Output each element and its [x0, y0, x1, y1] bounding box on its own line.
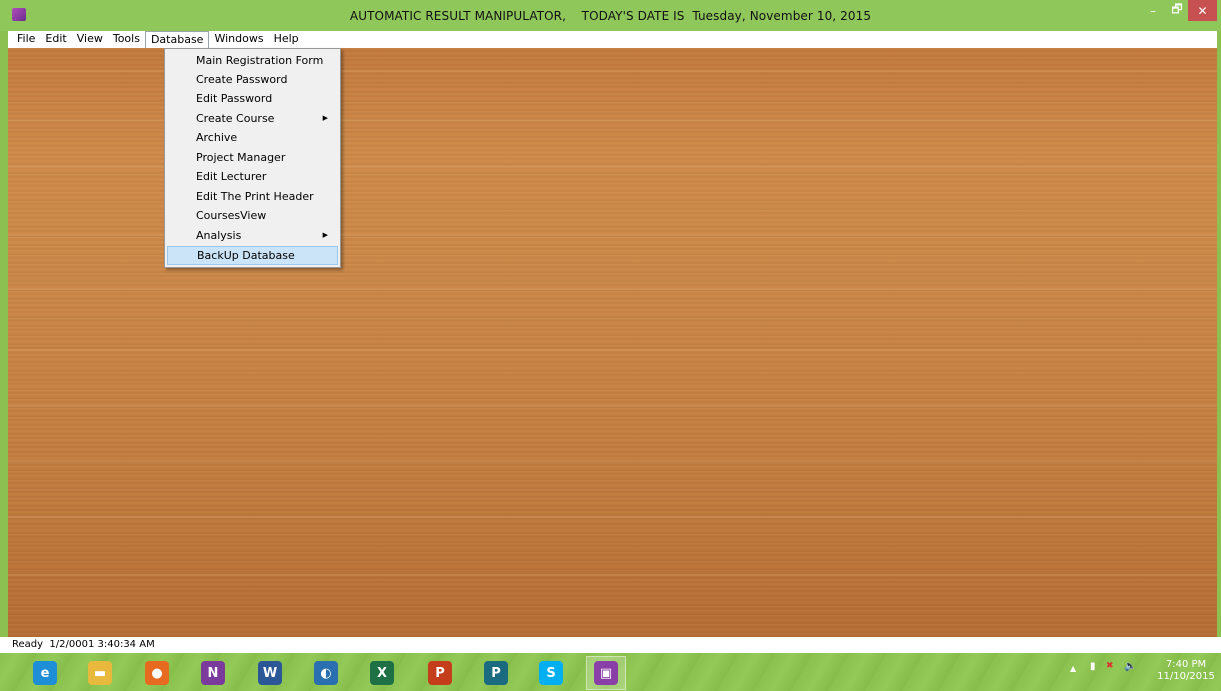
minimize-button[interactable]: – — [1141, 0, 1165, 21]
excel-icon: X — [370, 661, 394, 685]
taskbar-app-button[interactable]: X — [362, 656, 402, 690]
menu-item-analysis[interactable]: Analysis ▶ — [167, 226, 338, 245]
submenu-arrow-icon: ▶ — [322, 114, 328, 122]
menu-item-project-manager[interactable]: Project Manager — [167, 148, 338, 167]
menu-item-label: Analysis — [196, 229, 242, 242]
menu-item-edit-print-header[interactable]: Edit The Print Header — [167, 187, 338, 206]
volume-icon[interactable]: 🔈 — [1124, 661, 1136, 672]
menu-item-backup-database[interactable]: BackUp Database — [167, 246, 338, 265]
battery-icon[interactable]: ▮ — [1090, 661, 1096, 672]
menu-database[interactable]: Database — [144, 31, 210, 48]
taskbar-app-button[interactable]: P — [476, 656, 516, 690]
menu-item-label: Create Course — [196, 112, 275, 125]
menu-edit[interactable]: Edit — [40, 31, 71, 48]
maximize-button[interactable]: 🗗 — [1165, 0, 1189, 21]
edge-app-icon: ◐ — [314, 661, 338, 685]
menu-item-label: Project Manager — [196, 151, 286, 164]
menu-item-label: Edit The Print Header — [196, 190, 314, 203]
menu-item-courses-view[interactable]: CoursesView — [167, 206, 338, 225]
publisher-icon: P — [484, 661, 508, 685]
menu-item-create-password[interactable]: Create Password — [167, 70, 338, 89]
taskbar-clock[interactable]: 7:40 PM 11/10/2015 — [1156, 659, 1216, 683]
menu-item-edit-lecturer[interactable]: Edit Lecturer — [167, 167, 338, 186]
result-manipulator-app-icon: ▣ — [594, 661, 618, 685]
skype-icon: S — [539, 661, 563, 685]
status-text: Ready 1/2/0001 3:40:34 AM — [12, 639, 155, 650]
taskbar-app-button[interactable]: ▬ — [80, 656, 120, 690]
network-icon[interactable]: ✖ — [1106, 661, 1114, 671]
menu-item-create-course[interactable]: Create Course ▶ — [167, 109, 338, 128]
clock-date: 11/10/2015 — [1157, 671, 1215, 682]
taskbar-app-button[interactable]: N — [193, 656, 233, 690]
taskbar-app-button[interactable]: ◐ — [306, 656, 346, 690]
close-button[interactable]: ✕ — [1188, 0, 1217, 21]
taskbar-app-button[interactable]: e — [25, 656, 65, 690]
window-title: AUTOMATIC RESULT MANIPULATOR, TODAY'S DA… — [349, 9, 872, 23]
menu-item-label: Create Password — [196, 73, 288, 86]
menu-view[interactable]: View — [72, 31, 108, 48]
word-icon: W — [258, 661, 282, 685]
menu-tools[interactable]: Tools — [108, 31, 145, 48]
menu-item-label: CoursesView — [196, 209, 267, 222]
database-dropdown-menu: Main Registration Form Create Password E… — [164, 48, 341, 268]
taskbar-app-button[interactable]: S — [531, 656, 571, 690]
firefox-icon: ● — [145, 661, 169, 685]
file-explorer-icon: ▬ — [88, 661, 112, 685]
menu-item-edit-password[interactable]: Edit Password — [167, 89, 338, 108]
taskbar-app-button[interactable]: P — [420, 656, 460, 690]
menu-bar: File Edit View Tools Database Windows He… — [8, 31, 1217, 48]
menu-help[interactable]: Help — [269, 31, 304, 48]
menu-item-main-registration-form[interactable]: Main Registration Form — [167, 51, 338, 70]
menu-windows[interactable]: Windows — [209, 31, 268, 48]
menu-item-archive[interactable]: Archive — [167, 128, 338, 147]
menu-item-label: Archive — [196, 131, 238, 144]
taskbar-app-button[interactable]: ▣ — [586, 656, 626, 690]
menu-item-label: Main Registration Form — [196, 54, 324, 67]
tray-up-arrow-icon[interactable]: ▲ — [1070, 664, 1076, 673]
clock-time: 7:40 PM — [1165, 659, 1207, 670]
taskbar-app-button[interactable]: W — [250, 656, 290, 690]
onenote-icon: N — [201, 661, 225, 685]
title-bar: AUTOMATIC RESULT MANIPULATOR, TODAY'S DA… — [0, 0, 1221, 31]
status-bar: Ready 1/2/0001 3:40:34 AM — [0, 637, 1221, 653]
submenu-arrow-icon: ▶ — [322, 231, 328, 239]
taskbar-app-button[interactable]: ● — [137, 656, 177, 690]
menu-item-label: Edit Password — [196, 92, 273, 105]
menu-file[interactable]: File — [12, 31, 40, 48]
menu-item-label: BackUp Database — [197, 249, 295, 262]
internet-explorer-icon: e — [33, 661, 57, 685]
powerpoint-icon: P — [428, 661, 452, 685]
menu-item-label: Edit Lecturer — [196, 170, 267, 183]
